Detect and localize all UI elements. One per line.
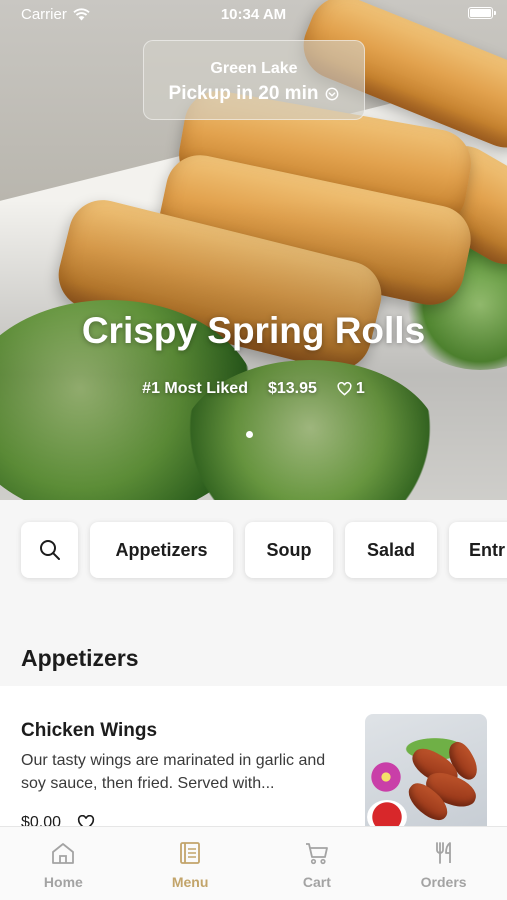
tab-menu[interactable]: Menu xyxy=(127,827,254,900)
item-image xyxy=(365,714,487,836)
carousel-page-indicator[interactable] xyxy=(246,431,253,438)
menu-book-icon xyxy=(180,842,201,864)
hero-price: $13.95 xyxy=(267,380,317,397)
tab-home[interactable]: Home xyxy=(0,827,127,900)
search-icon xyxy=(39,540,60,560)
category-chip-salad[interactable]: Salad xyxy=(345,522,437,578)
hero-tag: #1 Most Liked xyxy=(142,380,248,397)
tab-cart[interactable]: Cart xyxy=(254,827,381,900)
location-name: Green Lake xyxy=(210,60,298,77)
hero-likes-count: 1 xyxy=(355,380,365,397)
category-chip-entrees[interactable]: Entr xyxy=(449,522,507,578)
status-bar: Carrier 10:34 AM xyxy=(0,0,507,28)
item-name: Chicken Wings xyxy=(21,720,158,741)
hero-title: Crispy Spring Rolls xyxy=(81,310,426,351)
tab-orders[interactable]: Orders xyxy=(380,827,507,900)
heart-icon xyxy=(337,382,352,396)
home-icon xyxy=(52,843,75,864)
tab-label: Orders xyxy=(420,874,467,890)
tab-bar: Home Menu Cart Orders xyxy=(0,826,507,900)
section-title: Appetizers xyxy=(21,645,139,671)
chevron-down-circle-icon xyxy=(326,87,339,101)
search-button[interactable] xyxy=(21,522,78,578)
cart-icon xyxy=(305,843,328,865)
category-bar: Appetizers Soup Salad Entr xyxy=(0,500,507,600)
hero-likes[interactable]: 1 xyxy=(337,380,365,398)
item-description: Our tasty wings are marinated in garlic … xyxy=(21,752,326,792)
clock: 10:34 AM xyxy=(220,6,287,23)
tab-label: Home xyxy=(43,874,83,890)
battery-icon xyxy=(468,7,496,19)
pickup-time: Pickup in 20 min xyxy=(144,83,364,105)
fork-knife-icon xyxy=(435,842,451,864)
location-selector[interactable]: Green Lake Pickup in 20 min xyxy=(143,40,365,120)
hero-meta: #1 Most Liked $13.95 1 xyxy=(0,380,507,398)
tab-label: Menu xyxy=(171,874,209,890)
pickup-label: Pickup in 20 min xyxy=(168,83,319,104)
tab-label: Cart xyxy=(302,874,331,890)
category-chip-soup[interactable]: Soup xyxy=(245,522,333,578)
category-chip-appetizers[interactable]: Appetizers xyxy=(90,522,233,578)
